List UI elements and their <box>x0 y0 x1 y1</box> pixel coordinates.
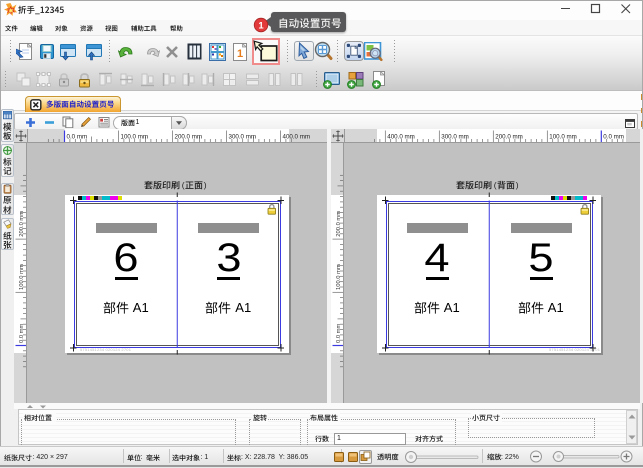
svg-text:100.0 mm: 100.0 mm <box>19 264 25 290</box>
svg-text:200.0 mm: 200.0 mm <box>19 211 25 237</box>
svg-text:100.0 mm: 100.0 mm <box>121 134 149 141</box>
svg-text:0.0 mm: 0.0 mm <box>603 134 624 141</box>
svg-text:0.0 mm: 0.0 mm <box>67 134 88 141</box>
svg-text:400.0 mm: 400.0 mm <box>387 134 415 141</box>
svg-text:1: 1 <box>258 20 264 31</box>
svg-text:300.0 mm: 300.0 mm <box>229 134 257 141</box>
svg-text:100.0 mm: 100.0 mm <box>336 264 342 290</box>
svg-text:200.0 mm: 200.0 mm <box>175 134 203 141</box>
svg-text:1: 1 <box>237 48 243 60</box>
svg-text:0.0 mm: 0.0 mm <box>336 324 342 343</box>
svg-text:0.0 mm: 0.0 mm <box>19 324 25 343</box>
svg-text:300.0 mm: 300.0 mm <box>441 134 469 141</box>
svg-text:100.0 mm: 100.0 mm <box>549 134 577 141</box>
svg-text:400.0 mm: 400.0 mm <box>283 134 311 141</box>
svg-text:200.0 mm: 200.0 mm <box>495 134 523 141</box>
svg-text:200.0 mm: 200.0 mm <box>336 211 342 237</box>
